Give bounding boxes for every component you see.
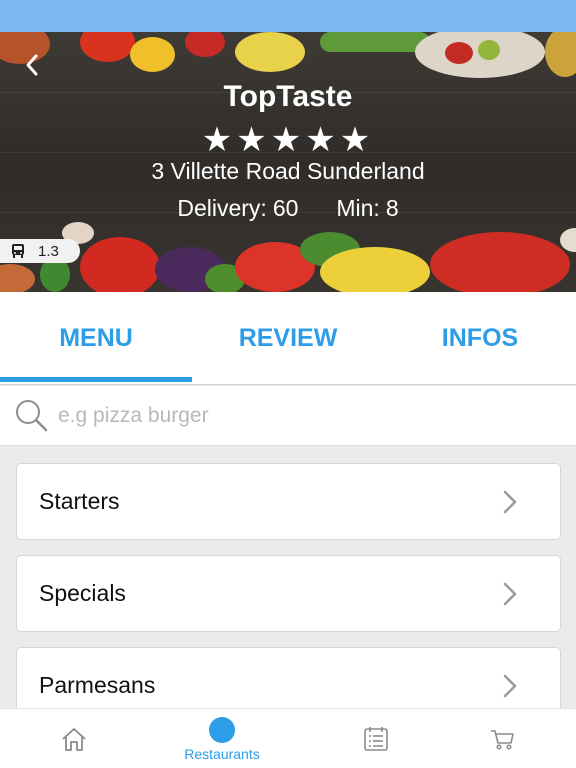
- cart-icon: [491, 730, 514, 750]
- chevron-left-icon: [26, 54, 38, 76]
- vegetable-decoration: [0, 264, 35, 292]
- category-label: Parmesans: [39, 672, 156, 698]
- delivery-value: 60: [272, 195, 299, 221]
- vegetable-decoration: [545, 32, 576, 77]
- category-label: Specials: [39, 580, 126, 606]
- vegetable-decoration: [430, 232, 570, 292]
- tab-bar: MENU REVIEW INFOS: [0, 292, 576, 385]
- vegetable-decoration: [130, 37, 175, 72]
- chevron-right-icon: [503, 582, 517, 606]
- distance-value: 1.3: [38, 242, 59, 260]
- delivery-info: Delivery: 60 Min: 8: [0, 195, 576, 222]
- status-bar: [0, 0, 576, 32]
- search-icon: [16, 400, 48, 432]
- bus-icon: [12, 244, 24, 258]
- vegetable-decoration: [445, 42, 473, 64]
- restaurants-icon[interactable]: [209, 717, 287, 751]
- home-icon: [62, 728, 86, 751]
- vegetable-decoration: [235, 32, 305, 72]
- vegetable-decoration: [320, 247, 430, 292]
- bottom-navigation: Restaurants: [0, 708, 576, 768]
- min-value: 8: [385, 195, 399, 221]
- vegetable-decoration: [80, 237, 160, 292]
- restaurant-name: TopTaste: [223, 80, 353, 113]
- category-label: Starters: [39, 488, 120, 514]
- menu-category-starters[interactable]: Starters: [16, 463, 561, 540]
- orders-list-icon: [364, 727, 388, 751]
- tab-infos[interactable]: INFOS: [384, 292, 576, 384]
- restaurant-header: TopTaste ★★★★★ 3 Villette Road Sunderlan…: [0, 32, 576, 292]
- tab-review[interactable]: REVIEW: [192, 292, 384, 384]
- delivery-label: Delivery:: [177, 195, 267, 221]
- nav-orders[interactable]: [304, 709, 448, 768]
- chevron-right-icon: [503, 490, 517, 514]
- distance-badge: 1.3: [0, 239, 80, 263]
- restaurant-address: 3 Villette Road Sunderland: [151, 158, 425, 184]
- nav-restaurants-label[interactable]: Restaurants: [150, 746, 294, 762]
- vegetable-decoration: [185, 32, 225, 57]
- vegetable-decoration: [560, 228, 576, 252]
- active-tab-indicator: [0, 377, 192, 382]
- nav-home[interactable]: [2, 709, 146, 768]
- nav-cart[interactable]: [430, 709, 574, 768]
- vegetable-decoration: [478, 40, 500, 60]
- chevron-right-icon: [503, 674, 517, 698]
- vegetable-decoration: [80, 32, 135, 62]
- vegetable-decoration: [320, 32, 430, 52]
- tab-menu[interactable]: MENU: [0, 292, 192, 384]
- rating-stars: ★★★★★: [201, 121, 375, 159]
- menu-category-specials[interactable]: Specials: [16, 555, 561, 632]
- search-input[interactable]: [58, 396, 558, 436]
- search-bar: [0, 386, 576, 446]
- min-label: Min:: [336, 195, 380, 221]
